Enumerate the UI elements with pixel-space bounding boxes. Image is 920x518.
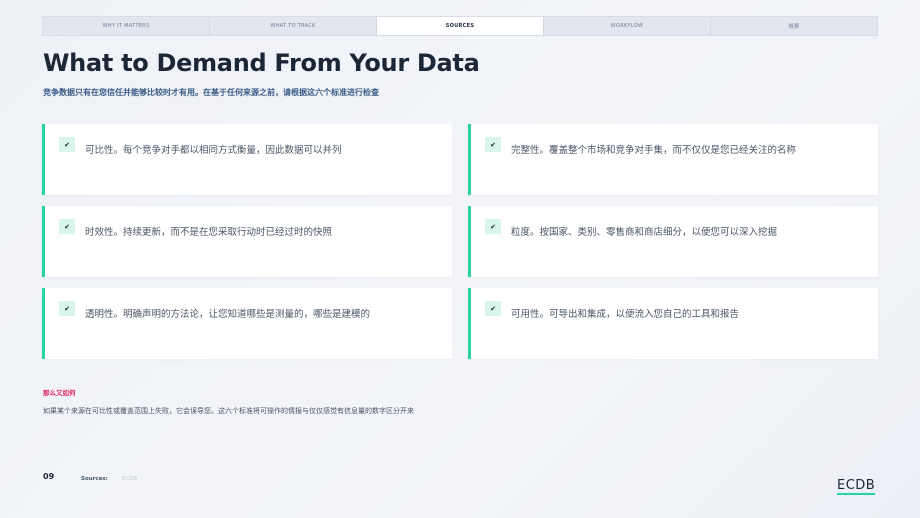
check-icon: ✔ xyxy=(485,137,501,152)
criterion-text: 可用性。可导出和集成，以便流入您自己的工具和报告 xyxy=(511,309,740,320)
tab-sources[interactable]: SOURCES xyxy=(377,17,544,35)
page-subtitle: 竞争数据只有在您信任并能够比较时才有用。在基于任何来源之前，请根据这六个标准进行… xyxy=(43,88,379,97)
criterion-text: 透明性。明确声明的方法论，让您知道哪些是测量的，哪些是建模的 xyxy=(85,309,371,320)
tab-workflow[interactable]: WORKFLOW xyxy=(544,17,711,35)
tab-what-to-track[interactable]: WHAT TO TRACK xyxy=(210,17,377,35)
check-icon: ✔ xyxy=(59,137,75,152)
criterion-card-granularity: ✔ 粒度。按国家、类别、零售商和商店细分，以便您可以深入挖掘 xyxy=(468,206,878,277)
tab-summary[interactable]: 概要 xyxy=(711,17,877,35)
criterion-card-completeness: ✔ 完整性。覆盖整个市场和竞争对手集，而不仅仅是您已经关注的名称 xyxy=(468,124,878,195)
callout-kicker: 那么又如何 xyxy=(43,389,76,397)
criterion-card-usability: ✔ 可用性。可导出和集成，以便流入您自己的工具和报告 xyxy=(468,288,878,359)
criterion-text: 完整性。覆盖整个市场和竞争对手集，而不仅仅是您已经关注的名称 xyxy=(511,145,797,156)
criterion-card-transparency: ✔ 透明性。明确声明的方法论，让您知道哪些是测量的，哪些是建模的 xyxy=(42,288,452,359)
check-icon: ✔ xyxy=(59,219,75,234)
sources-value: ECDB xyxy=(122,476,138,482)
criterion-card-comparability: ✔ 可比性。每个竞争对手都以相同方式衡量，因此数据可以并列 xyxy=(42,124,452,195)
page-number: 09 xyxy=(43,472,55,481)
page-title: What to Demand From Your Data xyxy=(43,49,480,77)
criterion-card-timeliness: ✔ 时效性。持续更新，而不是在您采取行动时已经过时的快照 xyxy=(42,206,452,277)
check-icon: ✔ xyxy=(485,301,501,316)
check-icon: ✔ xyxy=(59,301,75,316)
section-nav: WHY IT MATTERS WHAT TO TRACK SOURCES WOR… xyxy=(42,16,878,36)
callout-summary: 如果某个来源在可比性或覆盖范围上失败，它会误导您。这六个标准将可操作的情报与仅仅… xyxy=(43,407,414,415)
check-icon: ✔ xyxy=(485,219,501,234)
sources-label: Sources: xyxy=(81,476,108,482)
criterion-text: 时效性。持续更新，而不是在您采取行动时已经过时的快照 xyxy=(85,227,333,238)
criterion-text: 可比性。每个竞争对手都以相同方式衡量，因此数据可以并列 xyxy=(85,145,342,156)
criterion-text: 粒度。按国家、类别、零售商和商店细分，以便您可以深入挖掘 xyxy=(511,227,778,238)
ecdb-logo: ECDB xyxy=(837,478,876,495)
tab-why-it-matters[interactable]: WHY IT MATTERS xyxy=(43,17,210,35)
